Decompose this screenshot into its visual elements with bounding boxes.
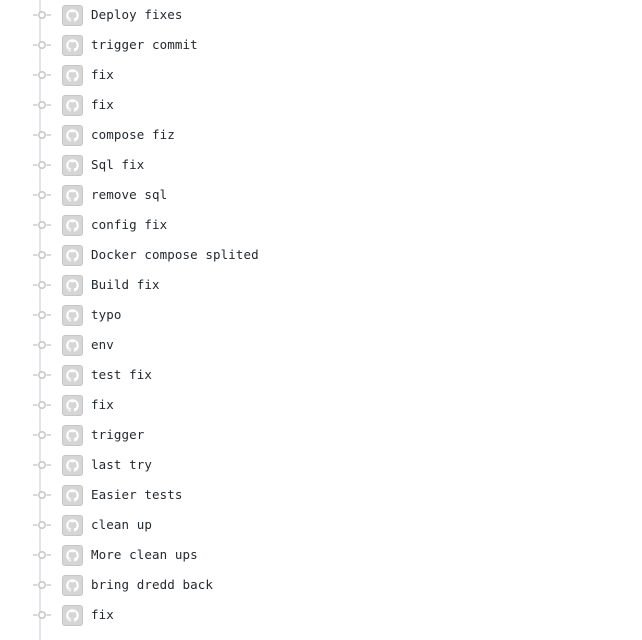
commit-row: fix (0, 60, 642, 90)
github-octocat-icon[interactable] (62, 395, 83, 416)
github-octocat-icon[interactable] (62, 485, 83, 506)
commit-message[interactable]: env (91, 337, 114, 353)
github-octocat-icon[interactable] (62, 335, 83, 356)
commit-message[interactable]: More clean ups (91, 547, 198, 563)
commit-message[interactable]: typo (91, 307, 122, 323)
commit-node-icon (33, 579, 51, 591)
commit-row: fix (0, 390, 642, 420)
github-octocat-icon[interactable] (62, 245, 83, 266)
commit-message[interactable]: fix (91, 397, 114, 413)
commit-row: config fix (0, 210, 642, 240)
commit-node-icon (33, 129, 51, 141)
github-octocat-icon[interactable] (62, 425, 83, 446)
commit-node-icon (33, 549, 51, 561)
commit-message[interactable]: Deploy fixes (91, 7, 183, 23)
github-octocat-icon[interactable] (62, 35, 83, 56)
commit-node-icon (33, 429, 51, 441)
commit-node-icon (33, 459, 51, 471)
commit-row: Deploy fixes (0, 0, 642, 30)
github-octocat-icon[interactable] (62, 305, 83, 326)
commit-node-icon (33, 309, 51, 321)
github-octocat-icon[interactable] (62, 155, 83, 176)
commit-message[interactable]: Docker compose splited (91, 247, 259, 263)
commit-row: More clean ups (0, 540, 642, 570)
commit-message[interactable]: Build fix (91, 277, 160, 293)
commit-node-icon (33, 189, 51, 201)
commit-node-icon (33, 369, 51, 381)
commit-row: env (0, 330, 642, 360)
commit-message[interactable]: Sql fix (91, 157, 144, 173)
github-octocat-icon[interactable] (62, 95, 83, 116)
commit-node-icon (33, 249, 51, 261)
github-octocat-icon[interactable] (62, 215, 83, 236)
commit-node-icon (33, 69, 51, 81)
commit-node-icon (33, 279, 51, 291)
commit-message[interactable]: fix (91, 97, 114, 113)
commit-message[interactable]: config fix (91, 217, 167, 233)
commit-row: fix (0, 90, 642, 120)
commit-node-icon (33, 219, 51, 231)
commit-list: Deploy fixes trigger commit fix fix comp… (0, 0, 642, 630)
github-octocat-icon[interactable] (62, 365, 83, 386)
commit-row: trigger (0, 420, 642, 450)
commit-node-icon (33, 399, 51, 411)
commit-message[interactable]: trigger (91, 427, 144, 443)
github-octocat-icon[interactable] (62, 455, 83, 476)
commit-message[interactable]: Easier tests (91, 487, 183, 503)
github-octocat-icon[interactable] (62, 515, 83, 536)
commit-timeline: Deploy fixes trigger commit fix fix comp… (0, 0, 642, 640)
commit-message[interactable]: remove sql (91, 187, 167, 203)
github-octocat-icon[interactable] (62, 605, 83, 626)
commit-message[interactable]: last try (91, 457, 152, 473)
commit-node-icon (33, 159, 51, 171)
commit-node-icon (33, 339, 51, 351)
commit-row: clean up (0, 510, 642, 540)
commit-message[interactable]: bring dredd back (91, 577, 213, 593)
commit-node-icon (33, 519, 51, 531)
commit-node-icon (33, 489, 51, 501)
github-octocat-icon[interactable] (62, 545, 83, 566)
commit-row: bring dredd back (0, 570, 642, 600)
github-octocat-icon[interactable] (62, 575, 83, 596)
commit-node-icon (33, 39, 51, 51)
commit-row: Docker compose splited (0, 240, 642, 270)
commit-row: trigger commit (0, 30, 642, 60)
github-octocat-icon[interactable] (62, 125, 83, 146)
commit-row: compose fiz (0, 120, 642, 150)
commit-node-icon (33, 99, 51, 111)
github-octocat-icon[interactable] (62, 5, 83, 26)
commit-row: Sql fix (0, 150, 642, 180)
github-octocat-icon[interactable] (62, 275, 83, 296)
commit-message[interactable]: clean up (91, 517, 152, 533)
github-octocat-icon[interactable] (62, 185, 83, 206)
commit-node-icon (33, 9, 51, 21)
github-octocat-icon[interactable] (62, 65, 83, 86)
commit-node-icon (33, 609, 51, 621)
commit-row: test fix (0, 360, 642, 390)
commit-row: typo (0, 300, 642, 330)
commit-row: Build fix (0, 270, 642, 300)
commit-message[interactable]: fix (91, 607, 114, 623)
commit-row: last try (0, 450, 642, 480)
commit-row: Easier tests (0, 480, 642, 510)
commit-row: fix (0, 600, 642, 630)
commit-message[interactable]: fix (91, 67, 114, 83)
commit-message[interactable]: test fix (91, 367, 152, 383)
commit-row: remove sql (0, 180, 642, 210)
commit-message[interactable]: trigger commit (91, 37, 198, 53)
commit-message[interactable]: compose fiz (91, 127, 175, 143)
